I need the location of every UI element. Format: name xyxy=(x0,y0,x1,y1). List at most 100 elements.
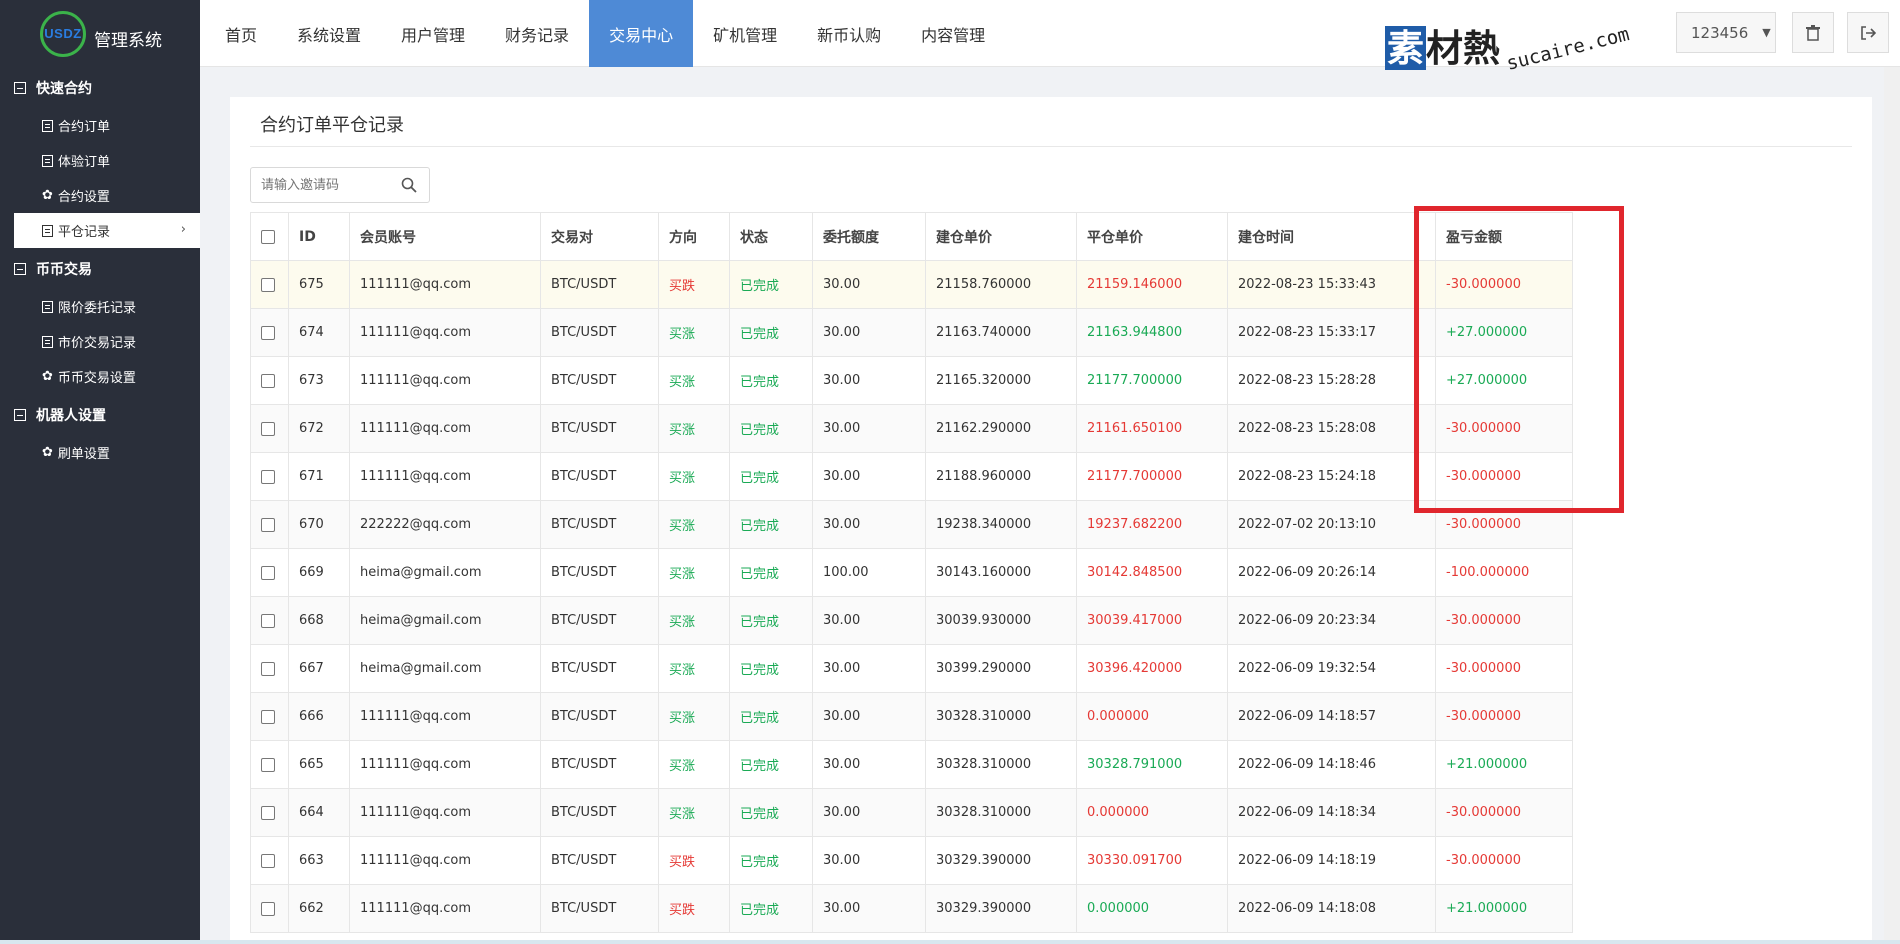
cell-account: 111111@qq.com xyxy=(349,692,541,741)
search-icon[interactable] xyxy=(391,177,427,193)
sidebar-group-title[interactable]: 币币交易 xyxy=(0,248,200,289)
row-checkbox[interactable] xyxy=(261,853,275,868)
doc-icon xyxy=(42,335,53,348)
topbar: 首页 系统设置 用户管理 财务记录 交易中心 矿机管理 新币认购 内容管理 素材熱 sucai… xyxy=(200,0,1900,75)
row-select-cell xyxy=(250,644,289,693)
nav-tab[interactable]: 财务记录 xyxy=(485,0,589,67)
table-row[interactable]: 669 heima@gmail.com BTC/USDT 买涨 已完成 100.00 301… xyxy=(250,548,1573,597)
trash-button[interactable] xyxy=(1792,12,1834,53)
nav-tab[interactable]: 用户管理 xyxy=(381,0,485,67)
sidebar-item[interactable]: ✿ 币币交易设置 xyxy=(0,359,200,394)
row-checkbox[interactable] xyxy=(261,805,275,820)
column-header[interactable]: 交易对 xyxy=(540,212,659,261)
row-select-cell xyxy=(250,836,289,885)
cell-status: 已完成 xyxy=(729,356,813,405)
sidebar-group-title[interactable]: 机器人设置 xyxy=(0,394,200,435)
row-select-cell xyxy=(250,596,289,645)
column-header[interactable]: 建仓单价 xyxy=(925,212,1077,261)
select-all-checkbox[interactable] xyxy=(261,229,275,244)
sidebar-group-label: 机器人设置 xyxy=(36,407,106,424)
nav-tab[interactable]: 矿机管理 xyxy=(693,0,797,67)
column-header[interactable]: 状态 xyxy=(729,212,813,261)
cell-pnl: +21.000000 xyxy=(1435,884,1573,933)
cell-account: 111111@qq.com xyxy=(349,788,541,837)
nav-tab[interactable]: 首页 xyxy=(205,0,277,67)
nav-tab[interactable]: 系统设置 xyxy=(277,0,381,67)
table-row[interactable]: 671 111111@qq.com BTC/USDT 买涨 已完成 30.00 21188.… xyxy=(250,452,1573,501)
logout-button[interactable] xyxy=(1847,12,1889,53)
nav-tab[interactable]: 交易中心 xyxy=(589,0,694,67)
cell-id: 665 xyxy=(288,740,350,789)
row-checkbox[interactable] xyxy=(261,661,275,676)
row-select-cell xyxy=(250,548,289,597)
sidebar-item[interactable]: ✿ 刷单设置 xyxy=(0,435,200,470)
nav-tab[interactable]: 内容管理 xyxy=(901,0,1005,67)
cell-status: 已完成 xyxy=(729,404,813,453)
column-header[interactable]: 委托额度 xyxy=(812,212,926,261)
search-input[interactable] xyxy=(251,170,391,200)
row-checkbox[interactable] xyxy=(261,517,275,532)
row-checkbox[interactable] xyxy=(261,757,275,772)
logout-icon xyxy=(1861,25,1876,40)
table-row[interactable]: 670 222222@qq.com BTC/USDT 买涨 已完成 30.00 19238.… xyxy=(250,500,1573,549)
row-checkbox[interactable] xyxy=(261,469,275,484)
sidebar-group: 机器人设置 ✿ 刷单设置 xyxy=(0,394,200,470)
cell-amount: 30.00 xyxy=(812,836,926,885)
row-checkbox[interactable] xyxy=(261,709,275,724)
nav-tab[interactable]: 新币认购 xyxy=(797,0,901,67)
row-checkbox[interactable] xyxy=(261,613,275,628)
orders-table: ID 会员账号 交易对 方向 状态 委托额度 建仓单价 平仓单价 建仓时间 盈亏金额 675 111… xyxy=(250,212,1573,933)
cell-dir: 买涨 xyxy=(658,788,730,837)
table-row[interactable]: 672 111111@qq.com BTC/USDT 买涨 已完成 30.00 21162.… xyxy=(250,404,1573,453)
table-row[interactable]: 665 111111@qq.com BTC/USDT 买涨 已完成 30.00 30328.… xyxy=(250,740,1573,789)
row-checkbox[interactable] xyxy=(261,565,275,580)
sidebar-item[interactable]: ✿ 合约设置 xyxy=(0,178,200,213)
table-row[interactable]: 666 111111@qq.com BTC/USDT 买涨 已完成 30.00 30328.… xyxy=(250,692,1573,741)
row-checkbox[interactable] xyxy=(261,901,275,916)
table-row[interactable]: 668 heima@gmail.com BTC/USDT 买涨 已完成 30.00 3003… xyxy=(250,596,1573,645)
cell-dir: 买涨 xyxy=(658,404,730,453)
table-row[interactable]: 674 111111@qq.com BTC/USDT 买涨 已完成 30.00 21163.… xyxy=(250,308,1573,357)
sidebar-group-title[interactable]: 快速合约 xyxy=(0,67,200,108)
cell-status: 已完成 xyxy=(729,884,813,933)
table-row[interactable]: 663 111111@qq.com BTC/USDT 买跌 已完成 30.00 30329.… xyxy=(250,836,1573,885)
cell-dir: 买跌 xyxy=(658,884,730,933)
sidebar-item[interactable]: 市价交易记录 xyxy=(0,324,200,359)
table-row[interactable]: 667 heima@gmail.com BTC/USDT 买涨 已完成 30.00 3039… xyxy=(250,644,1573,693)
table-row[interactable]: 675 111111@qq.com BTC/USDT 买跌 已完成 30.00 21158.… xyxy=(250,260,1573,309)
row-checkbox[interactable] xyxy=(261,325,275,340)
column-header[interactable]: ID xyxy=(288,212,350,261)
highlight-box xyxy=(1414,206,1624,513)
table-row[interactable]: 673 111111@qq.com BTC/USDT 买涨 已完成 30.00 21165.… xyxy=(250,356,1573,405)
cell-id: 664 xyxy=(288,788,350,837)
sidebar-item[interactable]: 体验订单 xyxy=(0,143,200,178)
scrollbar[interactable] xyxy=(1884,67,1900,944)
cell-dir: 买涨 xyxy=(658,596,730,645)
row-select-cell xyxy=(250,452,289,501)
column-header[interactable]: 会员账号 xyxy=(349,212,541,261)
row-checkbox[interactable] xyxy=(261,373,275,388)
cell-time: 2022-08-23 15:24:18 xyxy=(1227,452,1436,501)
cell-pair: BTC/USDT xyxy=(540,788,659,837)
row-checkbox[interactable] xyxy=(261,277,275,292)
cell-id: 672 xyxy=(288,404,350,453)
user-name: 123456 xyxy=(1691,23,1749,42)
cell-time: 2022-07-02 20:13:10 xyxy=(1227,500,1436,549)
cell-amount: 30.00 xyxy=(812,788,926,837)
search-box xyxy=(250,167,430,203)
column-header[interactable]: 建仓时间 xyxy=(1227,212,1436,261)
cell-pair: BTC/USDT xyxy=(540,356,659,405)
watermark: 素材熱 sucaire.com xyxy=(1385,18,1635,78)
cell-id: 673 xyxy=(288,356,350,405)
column-header[interactable]: 方向 xyxy=(658,212,730,261)
user-dropdown[interactable]: 123456 ▼ xyxy=(1676,12,1776,53)
cell-amount: 30.00 xyxy=(812,308,926,357)
sidebar-item[interactable]: 平仓记录 › xyxy=(14,213,200,248)
column-header[interactable]: 平仓单价 xyxy=(1076,212,1228,261)
table-row[interactable]: 664 111111@qq.com BTC/USDT 买涨 已完成 30.00 30328.… xyxy=(250,788,1573,837)
sidebar-item[interactable]: 合约订单 xyxy=(0,108,200,143)
sidebar-item[interactable]: 限价委托记录 xyxy=(0,289,200,324)
row-checkbox[interactable] xyxy=(261,421,275,436)
cell-open: 30039.930000 xyxy=(925,596,1077,645)
table-row[interactable]: 662 111111@qq.com BTC/USDT 买跌 已完成 30.00 30329.… xyxy=(250,884,1573,933)
